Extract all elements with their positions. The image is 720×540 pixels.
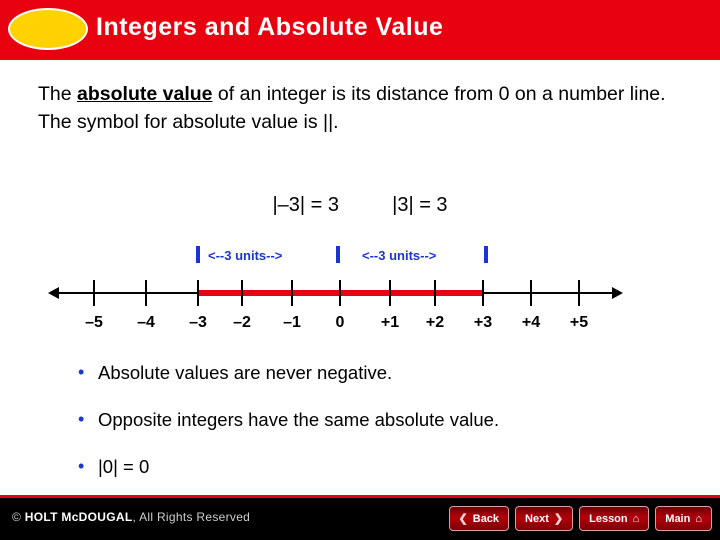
tick-label: –3 [189,314,207,331]
next-button[interactable]: Next ❯ [515,506,574,531]
tick-mark [93,280,95,306]
chevron-right-icon: ❯ [553,513,564,525]
yellow-oval-icon [8,8,88,50]
lesson-button-label: Lesson [589,512,628,525]
list-item: |0| = 0 [78,455,698,478]
tick-label: –4 [137,314,155,331]
tick-mark [434,280,436,306]
axis-arrow-right-icon [612,287,623,299]
home-icon: ⌂ [695,512,702,525]
tick-label: –2 [233,314,251,331]
tick-label: –1 [283,314,301,331]
unit-bar-left [196,246,200,263]
slide-footer: © HOLT McDOUGAL, All Rights Reserved ❮ B… [0,498,720,540]
tick-mark [145,280,147,306]
unit-bar-right [484,246,488,263]
back-button-label: Back [472,512,500,525]
tick-mark [241,280,243,306]
tick-mark [291,280,293,306]
units-label-right: <--3 units--> [362,248,437,263]
copyright-symbol: © [12,510,22,524]
navigation-buttons: ❮ Back Next ❯ Lesson ⌂ Main ⌂ [448,506,712,531]
absolute-value-expressions: |–3| = 3 |3| = 3 [0,194,720,217]
tick-label: +4 [521,314,541,331]
copyright-text: © HOLT McDOUGAL, All Rights Reserved [12,510,250,524]
tick-label: +2 [425,314,445,331]
rights-text: , All Rights Reserved [132,510,251,524]
expression-negative-three: |–3| = 3 [272,194,339,216]
list-item: Opposite integers have the same absolute… [78,408,698,431]
main-button[interactable]: Main ⌂ [655,506,712,531]
tick-mark [339,280,341,306]
tick-mark [578,280,580,306]
intro-text-part1: The [38,83,78,105]
tick-label: +1 [380,314,400,331]
lesson-button[interactable]: Lesson ⌂ [579,506,650,531]
home-icon: ⌂ [632,512,640,525]
expression-positive-three: |3| = 3 [392,194,448,216]
list-item: Absolute values are never negative. [78,361,698,384]
tick-mark [197,280,199,306]
tick-label: 0 [335,314,345,331]
unit-bar-middle [336,246,340,263]
back-button[interactable]: ❮ Back [448,506,510,531]
chevron-left-icon: ❮ [458,513,468,525]
slide-header: Integers and Absolute Value [0,0,720,60]
page-title: Integers and Absolute Value [96,13,444,41]
units-label-left: <--3 units--> [208,248,283,263]
intro-emphasis: absolute value [77,83,213,105]
intro-paragraph: The absolute value of an integer is its … [38,80,668,136]
tick-mark [389,280,391,306]
tick-label: –5 [85,314,103,331]
main-button-label: Main [665,512,691,525]
tick-label: +3 [473,314,493,331]
tick-mark [482,280,484,306]
next-button-label: Next [525,512,549,525]
units-annotation-row: <--3 units--> <--3 units--> [0,246,720,268]
number-line-diagram: <--3 units--> <--3 units--> –5 –4 –3 –2 … [0,246,720,346]
brand-name: HOLT McDOUGAL [24,510,133,524]
tick-mark [530,280,532,306]
key-points-list: Absolute values are never negative. Oppo… [78,361,698,503]
tick-label: +5 [569,314,589,331]
